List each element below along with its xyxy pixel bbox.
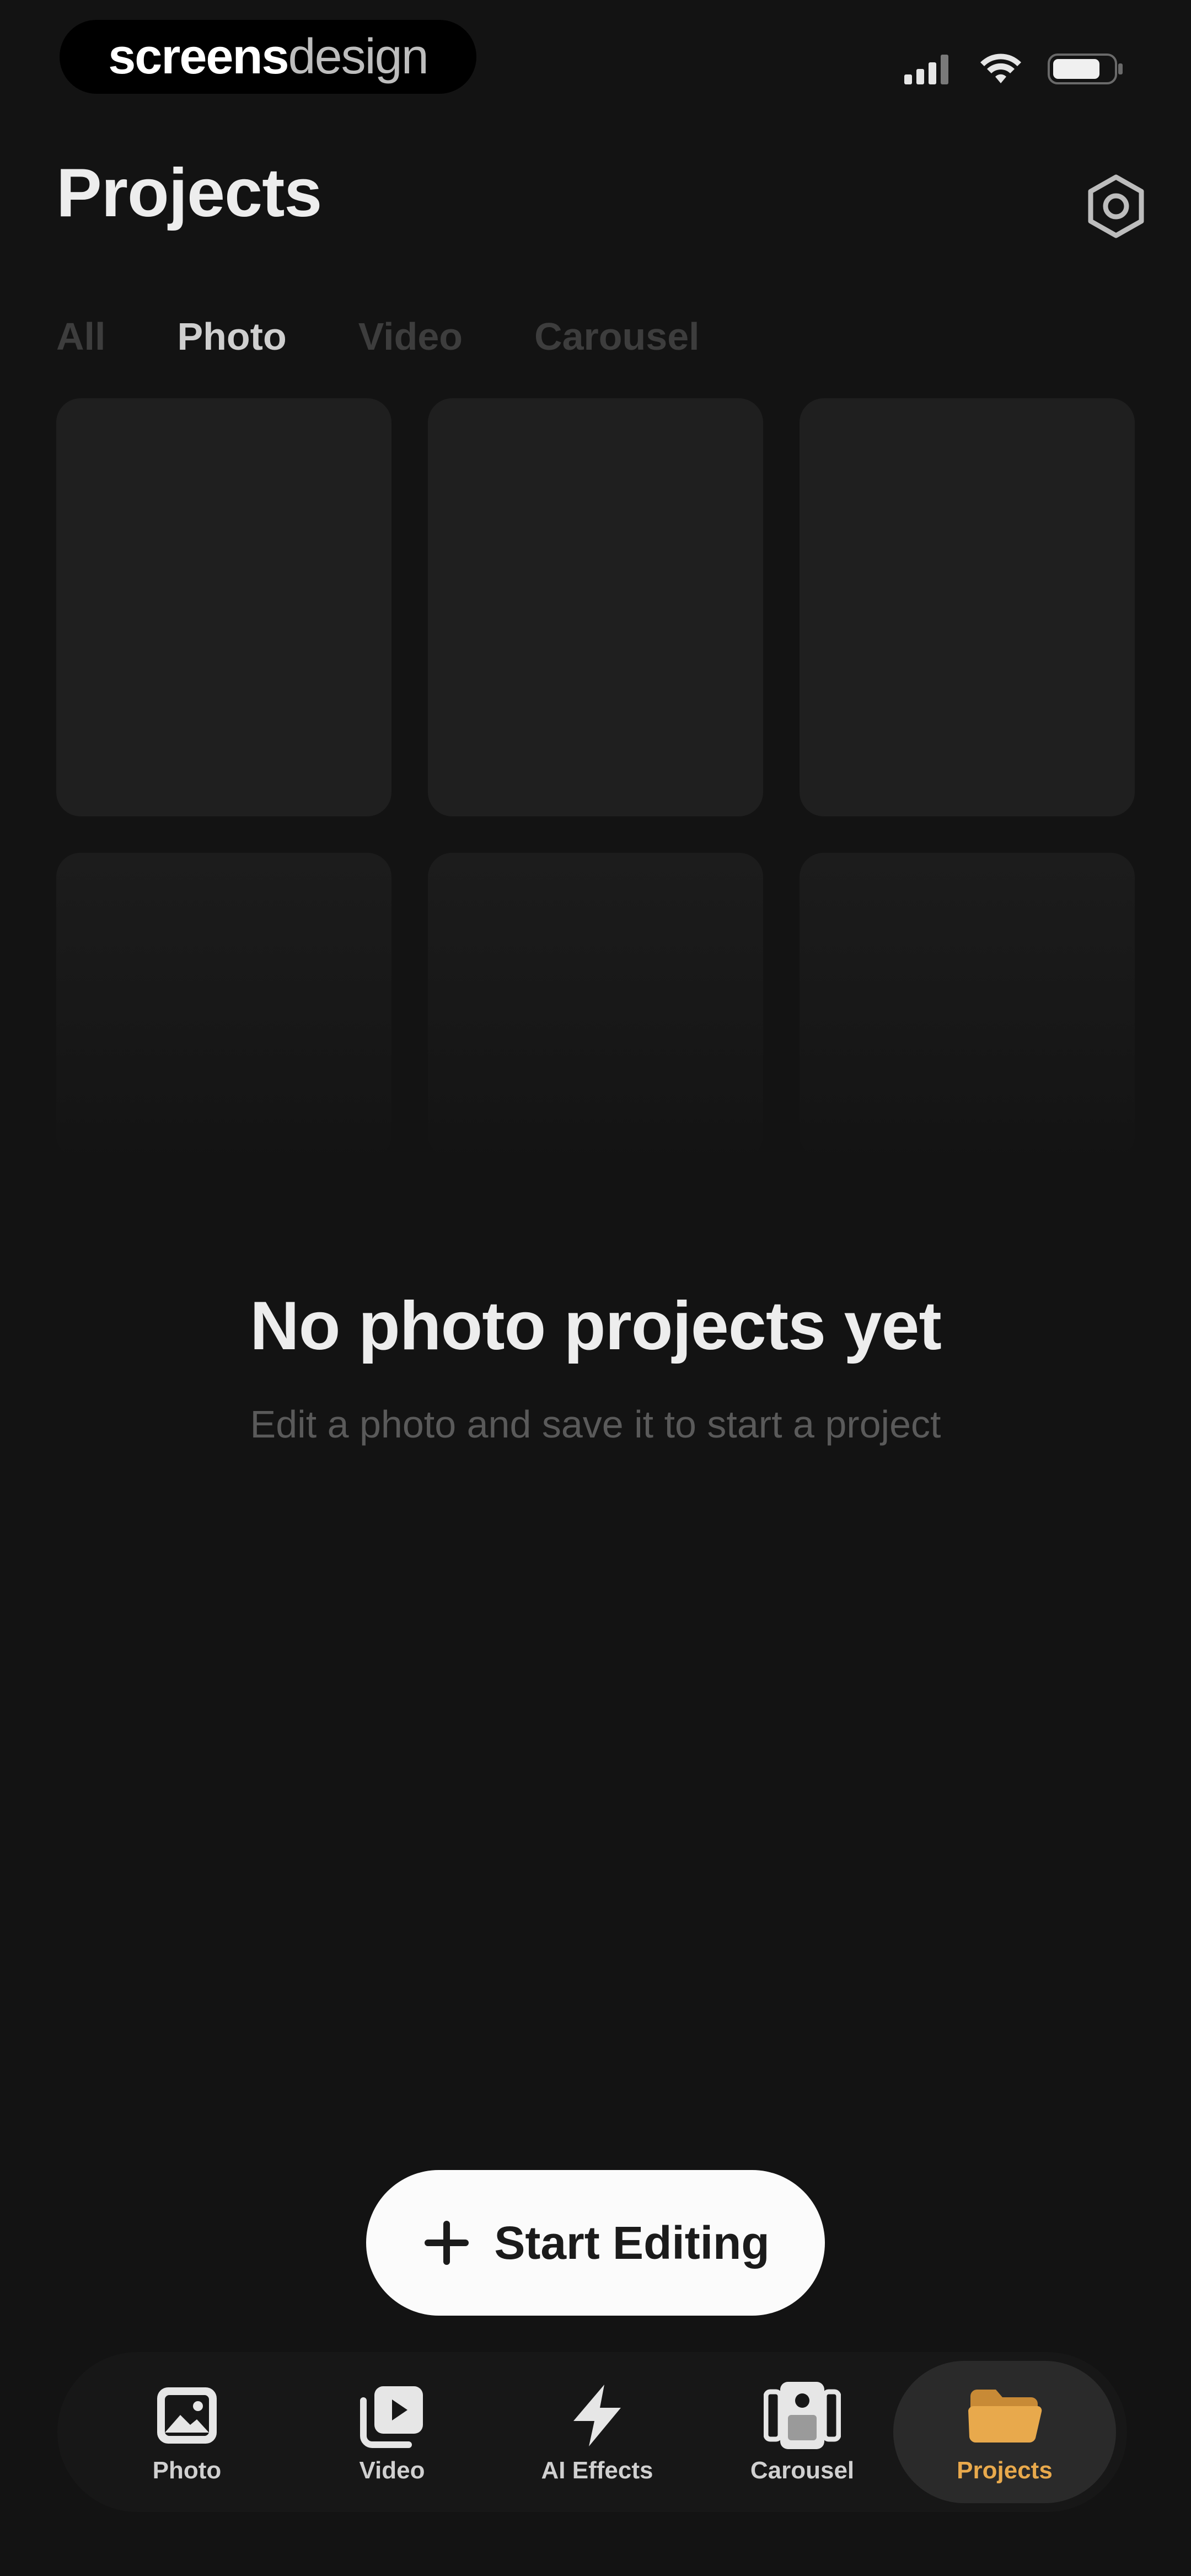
wifi-icon — [980, 54, 1021, 83]
gear-icon — [1088, 174, 1144, 238]
brand-logo: screensdesign — [108, 29, 429, 84]
empty-state-subtitle: Edit a photo and save it to start a proj… — [250, 1403, 941, 1446]
project-type-tabs: All Photo Video Carousel — [56, 312, 771, 361]
nav-item-carousel[interactable]: Carousel — [728, 2352, 877, 2512]
tab-photo[interactable]: Photo — [177, 317, 286, 356]
photo-icon — [157, 2387, 217, 2444]
lightning-icon — [573, 2385, 621, 2446]
start-editing-button[interactable]: Start Editing — [366, 2170, 825, 2316]
plus-icon — [425, 2221, 469, 2265]
placeholder-tile — [800, 398, 1135, 816]
nav-item-photo[interactable]: Photo — [112, 2352, 261, 2512]
video-icon — [360, 2386, 423, 2448]
brand-text-secondary: design — [288, 29, 429, 84]
brand-badge: screensdesign — [60, 20, 476, 94]
empty-state-title: No photo projects yet — [250, 1288, 942, 1364]
signal-icon — [904, 55, 948, 84]
nav-label-projects: Projects — [957, 2457, 1053, 2484]
tab-all[interactable]: All — [56, 317, 105, 356]
status-bar: screensdesign — [0, 0, 1191, 132]
page-title: Projects — [56, 155, 322, 231]
carousel-icon — [764, 2382, 841, 2449]
projects-screen: screensdesign Projects All Photo Video C… — [0, 0, 1191, 2576]
status-icons — [904, 50, 1125, 88]
placeholder-tile — [428, 398, 763, 816]
start-editing-label: Start Editing — [494, 2216, 770, 2269]
nav-item-projects[interactable]: Projects — [893, 2361, 1116, 2503]
battery-icon — [1048, 54, 1123, 84]
placeholder-tile — [800, 853, 1135, 1159]
brand-text-primary: screens — [108, 29, 289, 84]
nav-label-carousel: Carousel — [750, 2457, 855, 2484]
bottom-navigation: Photo Video AI Effects Carousel Projects — [57, 2352, 1127, 2512]
settings-button[interactable] — [1081, 171, 1151, 242]
folder-icon — [968, 2390, 1042, 2443]
tab-carousel[interactable]: Carousel — [534, 317, 700, 356]
tab-video[interactable]: Video — [358, 317, 463, 356]
placeholder-tile — [428, 853, 763, 1159]
nav-label-ai-effects: AI Effects — [541, 2457, 653, 2484]
placeholder-tile — [56, 853, 391, 1159]
placeholder-tile — [56, 398, 391, 816]
nav-item-ai-effects[interactable]: AI Effects — [523, 2352, 672, 2512]
nav-item-video[interactable]: Video — [318, 2352, 466, 2512]
nav-label-video: Video — [359, 2457, 425, 2484]
project-placeholder-grid — [56, 398, 1135, 1159]
nav-label-photo: Photo — [152, 2457, 222, 2484]
